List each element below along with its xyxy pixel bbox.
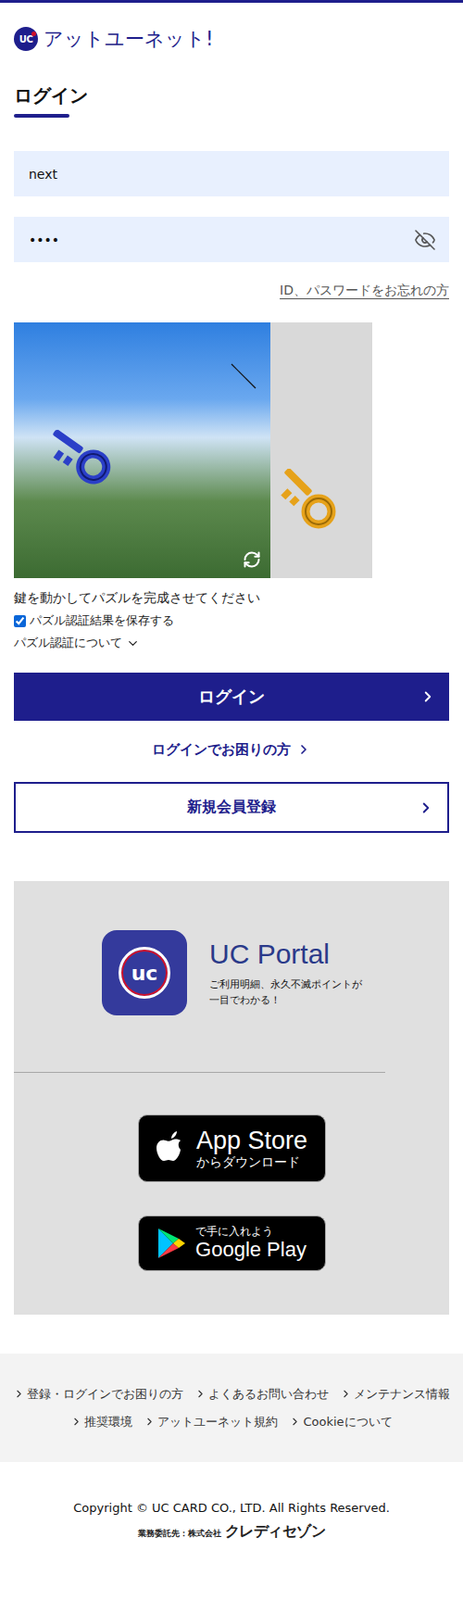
chevron-right-icon — [296, 741, 312, 757]
login-page: UCアットユーネット! ログイン ID、パスワードをお忘れの方鍵を動かしてパズルを完… — [0, 0, 463, 1600]
title-underline — [13, 113, 70, 118]
forgot-row: ID、パスワードをお忘れの方 — [13, 282, 450, 300]
about-puzzle-label: パズル認証について — [13, 633, 123, 652]
site-header: UCアットユーネット! — [13, 2, 450, 53]
app-promo: uc UC Portal ご利用明細、永久不滅ポイントが一目でわかる！ App Sto… — [13, 880, 450, 1314]
login-title: ログイン — [13, 82, 450, 109]
login-button[interactable]: ログイン — [13, 672, 450, 721]
logo-text: アットユーネット! — [43, 25, 213, 52]
store-caption: で手に入れよう — [195, 1225, 307, 1238]
save-result-checkbox[interactable] — [13, 614, 26, 627]
footer-link-row: 推奨環境アットユーネット規約 Cookieについて — [0, 1413, 463, 1430]
store-text: App Storeからダウンロード — [196, 1126, 308, 1169]
toggle-password-button[interactable] — [413, 228, 437, 251]
id-field — [13, 150, 450, 197]
logo-mark: UC — [13, 26, 38, 51]
store-name: App Store — [196, 1126, 308, 1155]
footer-link[interactable]: メンテナンス情報 — [339, 1385, 451, 1402]
outsource-company: クレディセゾン — [225, 1521, 326, 1541]
tagline-line: ご利用明細、永久不滅ポイントが — [209, 976, 363, 992]
puzzle-captcha — [13, 322, 450, 578]
chevron-right-icon — [194, 1387, 207, 1400]
outsource-label: 業務委託先：株式会社 — [137, 1526, 222, 1540]
chevron-right-icon — [70, 1414, 83, 1427]
register-button[interactable]: 新規会員登録 — [13, 781, 450, 833]
chevron-right-icon — [417, 799, 435, 816]
app-name: UC Portal — [209, 937, 363, 971]
key-piece[interactable] — [275, 468, 341, 534]
line-icon — [229, 362, 258, 390]
app-icon: uc — [101, 929, 188, 1015]
puzzle-instruction: 鍵を動かしてパズルを完成させてください — [13, 587, 450, 608]
app-promo-head: uc UC Portal ご利用明細、永久不滅ポイントが一目でわかる！ — [13, 929, 450, 1015]
outsource-note: 業務委託先：株式会社クレディセゾン — [137, 1521, 326, 1541]
chevron-down-icon — [125, 636, 140, 651]
google-play-icon — [156, 1226, 187, 1260]
password-input[interactable] — [26, 231, 407, 249]
tagline-line: 一目でわかる！ — [209, 991, 363, 1008]
apple-store-badge[interactable]: App Storeからダウンロード — [137, 1113, 326, 1182]
app-promo-text: UC Portal ご利用明細、永久不滅ポイントが一目でわかる！ — [209, 937, 363, 1008]
chevron-right-icon — [12, 1387, 26, 1400]
forgot-link[interactable]: ID、パスワードをお忘れの方 — [279, 282, 450, 300]
register-chevron — [417, 799, 435, 816]
footer-link[interactable]: アットユーネット規約 — [143, 1413, 278, 1430]
copyright: Copyright © UC CARD CO., LTD. All Rights… — [73, 1500, 390, 1515]
password-field — [13, 216, 450, 263]
store-caption: からダウンロード — [196, 1154, 308, 1169]
about-puzzle-toggle[interactable]: パズル認証について — [13, 633, 450, 652]
store-name: Google Play — [195, 1238, 307, 1261]
chevron-right-icon — [419, 688, 437, 705]
save-result-label: パズル認証結果を保存する — [29, 611, 175, 630]
key-slot-icon — [43, 420, 119, 496]
key-piece-icon[interactable] — [275, 468, 341, 534]
eye-off-icon — [413, 228, 437, 251]
id-input[interactable] — [26, 165, 437, 183]
store-badges: App Storeからダウンロード Google Playで手に入れよう — [13, 1113, 450, 1271]
login-chevron — [419, 688, 437, 705]
promo-divider — [13, 1071, 386, 1073]
footer-link[interactable]: よくあるお問い合わせ — [194, 1385, 329, 1402]
refresh-icon — [242, 550, 262, 569]
save-result-row[interactable]: パズル認証結果を保存する — [13, 611, 450, 630]
app-tagline: ご利用明細、永久不滅ポイントが一目でわかる！ — [209, 976, 363, 1008]
footer-link[interactable]: 推奨環境 — [70, 1413, 133, 1430]
login-help-link[interactable]: ログインでお困りの方 — [151, 738, 312, 760]
site-footer: Copyright © UC CARD CO., LTD. All Rights… — [0, 1461, 463, 1541]
google-store-badge[interactable]: Google Playで手に入れよう — [137, 1214, 326, 1271]
footer-link[interactable]: Cookieについて — [288, 1413, 392, 1430]
piece-tray — [270, 322, 373, 578]
key-slot — [49, 425, 114, 491]
chevron-right-icon — [288, 1414, 301, 1427]
footer-link-row: 登録・ログインでお困りの方よくあるお問い合わせメンテナンス情報 — [0, 1385, 463, 1402]
mark-line — [229, 362, 258, 390]
chevron-right-icon — [339, 1387, 352, 1400]
refresh-button[interactable] — [242, 550, 262, 569]
app-icon-mark: uc — [118, 946, 171, 999]
apple-icon — [155, 1129, 188, 1167]
puzzle-photo — [13, 322, 271, 578]
chevron-right-icon — [143, 1414, 156, 1427]
store-text: Google Playで手に入れよう — [195, 1225, 307, 1260]
footer-link[interactable]: 登録・ログインでお困りの方 — [12, 1385, 184, 1402]
footer-links: 登録・ログインでお困りの方よくあるお問い合わせメンテナンス情報推奨環境アットユー… — [0, 1352, 463, 1462]
main-content: UCアットユーネット! ログイン ID、パスワードをお忘れの方鍵を動かしてパズルを完… — [0, 2, 463, 1314]
